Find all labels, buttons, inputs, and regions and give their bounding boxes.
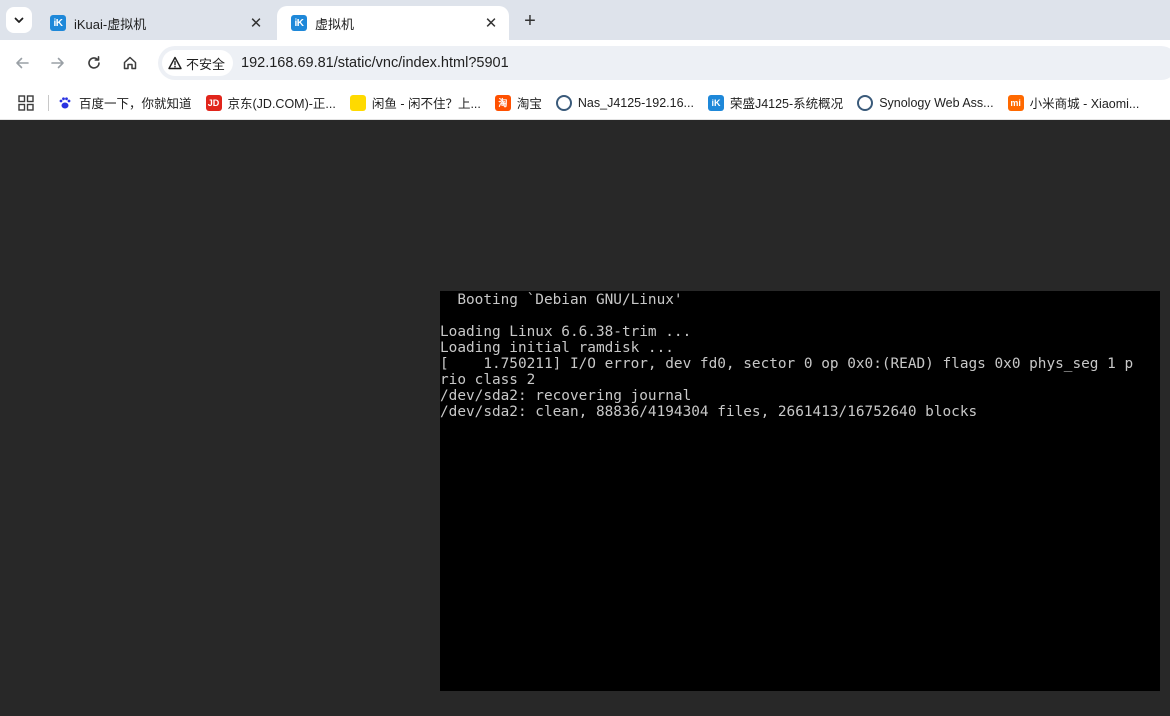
reload-icon [88,56,100,69]
xianyu-icon [349,94,366,111]
bookmark-label: 荣盛J4125-系统概况 [729,97,844,111]
bookmarks-divider [48,94,49,111]
tab-ikuai-vm[interactable]: iK iKuai-虚拟机 ✕ [36,6,274,40]
bookmark-label: 小米商城 - Xiaomi... [1029,97,1140,111]
ikuai-icon: iK [707,94,724,111]
tab-vm[interactable]: iK 虚拟机 ✕ [277,6,509,40]
close-icon[interactable]: ✕ [481,13,501,33]
close-icon[interactable]: ✕ [246,13,266,33]
ikuai-icon: iK [50,15,66,31]
bookmark-item[interactable]: Nas_J4125-192.16... [555,94,694,111]
bookmark-label: 淘宝 [516,97,542,111]
bookmark-label: 闲鱼 - 闲不住？上... [371,97,481,111]
bookmark-list: 百度一下，你就知道 JD 京东(JD.COM)-正... 闲鱼 - 闲不住？上... 淘… [57,93,1153,112]
tab-title: iKuai-虚拟机 [74,16,147,32]
url-text[interactable]: 192.168.69.81/static/vnc/index.html?5901 [241,55,509,71]
bookmark-item[interactable]: Synology Web Ass... [857,94,994,111]
chevron-down-icon [14,17,24,23]
address-bar[interactable]: 不安全 192.168.69.81/static/vnc/index.html?… [158,46,1170,80]
browser-toolbar: 不安全 192.168.69.81/static/vnc/index.html?… [0,40,1170,86]
bookmark-item[interactable]: 百度一下，你就知道 [57,93,192,112]
console-line: /dev/sda2: recovering journal [440,388,692,404]
tab-search-button[interactable] [6,7,32,33]
console-line: rio class 2 [440,372,536,388]
console-line: Loading Linux 6.6.38-trim ... [440,324,692,340]
back-button[interactable] [8,49,36,77]
site-security-chip[interactable]: 不安全 [162,50,234,76]
security-label: 不安全 [186,56,226,72]
console-line: [ 1.750211] I/O error, dev fd0, sector 0… [440,356,1134,372]
vnc-viewport[interactable]: Booting `Debian GNU/Linux' Loading Linux … [0,121,1170,716]
bookmark-label: 百度一下，你就知道 [79,97,192,111]
forward-button[interactable] [44,49,72,77]
home-icon [123,56,137,70]
arrow-right-icon [51,57,64,69]
bookmark-label: Synology Web Ass... [879,95,994,110]
bookmark-label: Nas_J4125-192.16... [577,95,694,110]
home-button[interactable] [116,49,144,77]
bookmark-item[interactable]: iK 荣盛J4125-系统概况 [707,93,844,112]
bookmark-item[interactable]: 闲鱼 - 闲不住？上... [349,93,481,112]
jd-icon: JD [205,94,222,111]
bookmark-item[interactable]: 淘淘宝 [494,93,542,112]
bookmark-label: 京东(JD.COM)-正... [227,97,336,111]
apps-grid-icon[interactable] [18,94,34,111]
console-line: Loading initial ramdisk ... [440,340,674,356]
console-line: Booting `Debian GNU/Linux' [440,292,683,308]
boot-console: Booting `Debian GNU/Linux' Loading Linux … [440,291,1133,420]
bookmark-item[interactable]: JD 京东(JD.COM)-正... [205,93,336,112]
synology-icon [555,94,572,111]
ikuai-icon: iK [291,15,307,31]
warning-triangle-icon [168,56,182,70]
arrow-left-icon [16,57,29,69]
reload-button[interactable] [80,49,108,77]
baidu-paw-icon [57,95,73,111]
taobao-icon: 淘 [494,94,511,111]
synology-icon [857,94,874,111]
mi-icon: mi [1007,94,1024,111]
vnc-screen[interactable]: Booting `Debian GNU/Linux' Loading Linux … [440,291,1160,691]
console-line: /dev/sda2: clean, 88836/4194304 files, 2… [440,404,978,420]
bookmark-item[interactable]: mi 小米商城 - Xiaomi... [1007,93,1140,112]
tab-title: 虚拟机 [315,16,355,32]
tab-strip: iK iKuai-虚拟机 ✕ iK 虚拟机 ✕ + [0,0,1170,40]
new-tab-button[interactable]: + [518,9,542,33]
bookmarks-bar: 百度一下，你就知道 JD 京东(JD.COM)-正... 闲鱼 - 闲不住？上... 淘… [0,86,1170,120]
